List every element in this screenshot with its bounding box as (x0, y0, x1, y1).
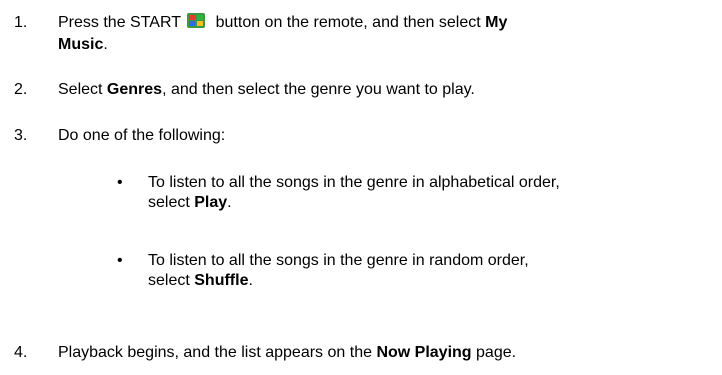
step-3-text: Do one of the following: (58, 127, 226, 144)
bullet-1-line-1: To listen to all the songs in the genre … (148, 174, 560, 191)
bullet-1-bold: Play (194, 194, 228, 211)
step-1-bold: My (485, 14, 508, 31)
bullet-2-bold: Shuffle (194, 272, 249, 289)
step-number-4: 4. (14, 344, 28, 361)
step-4-text-post: page. (476, 344, 517, 361)
bullet-1-text-pre: select (148, 194, 190, 211)
bullet-2-line-2: select Shuffle. (148, 271, 253, 290)
step-2-text-post: , and then select the genre you want to … (162, 81, 475, 98)
bullet-2-symbol: • (117, 252, 123, 269)
step-1-text-pre: Press the START (58, 14, 181, 31)
step-4-line: Playback begins, and the list appears on… (58, 343, 516, 362)
step-1-text-mid: button on the remote, and then select (215, 14, 481, 31)
step-1-line-2-end: . (103, 36, 108, 53)
step-1-line-2-bold: Music (58, 36, 104, 53)
bullet-1-symbol: • (117, 174, 123, 191)
windows-start-icon (187, 13, 206, 28)
step-1-line-1: Press the START button on the remote, an… (58, 13, 507, 32)
bullet-1-line-2: select Play. (148, 193, 232, 212)
step-2-bold: Genres (106, 81, 163, 98)
bullet-2-text-post: . (248, 272, 253, 289)
step-number-3: 3. (14, 127, 28, 144)
step-number-2: 2. (14, 81, 28, 98)
step-number-1: 1. (14, 14, 28, 31)
step-4-text-pre: Playback begins, and the list appears on… (58, 344, 372, 361)
bullet-1-text-post: . (227, 194, 232, 211)
bullet-2-text-pre: select (148, 272, 190, 289)
step-1-line-2: Music. (58, 35, 108, 54)
step-4-bold: Now Playing (376, 344, 472, 361)
bullet-2-line-1: To listen to all the songs in the genre … (148, 252, 529, 269)
step-2-text-pre: Select (58, 81, 103, 98)
step-2-line: Select Genres, and then select the genre… (58, 80, 475, 99)
